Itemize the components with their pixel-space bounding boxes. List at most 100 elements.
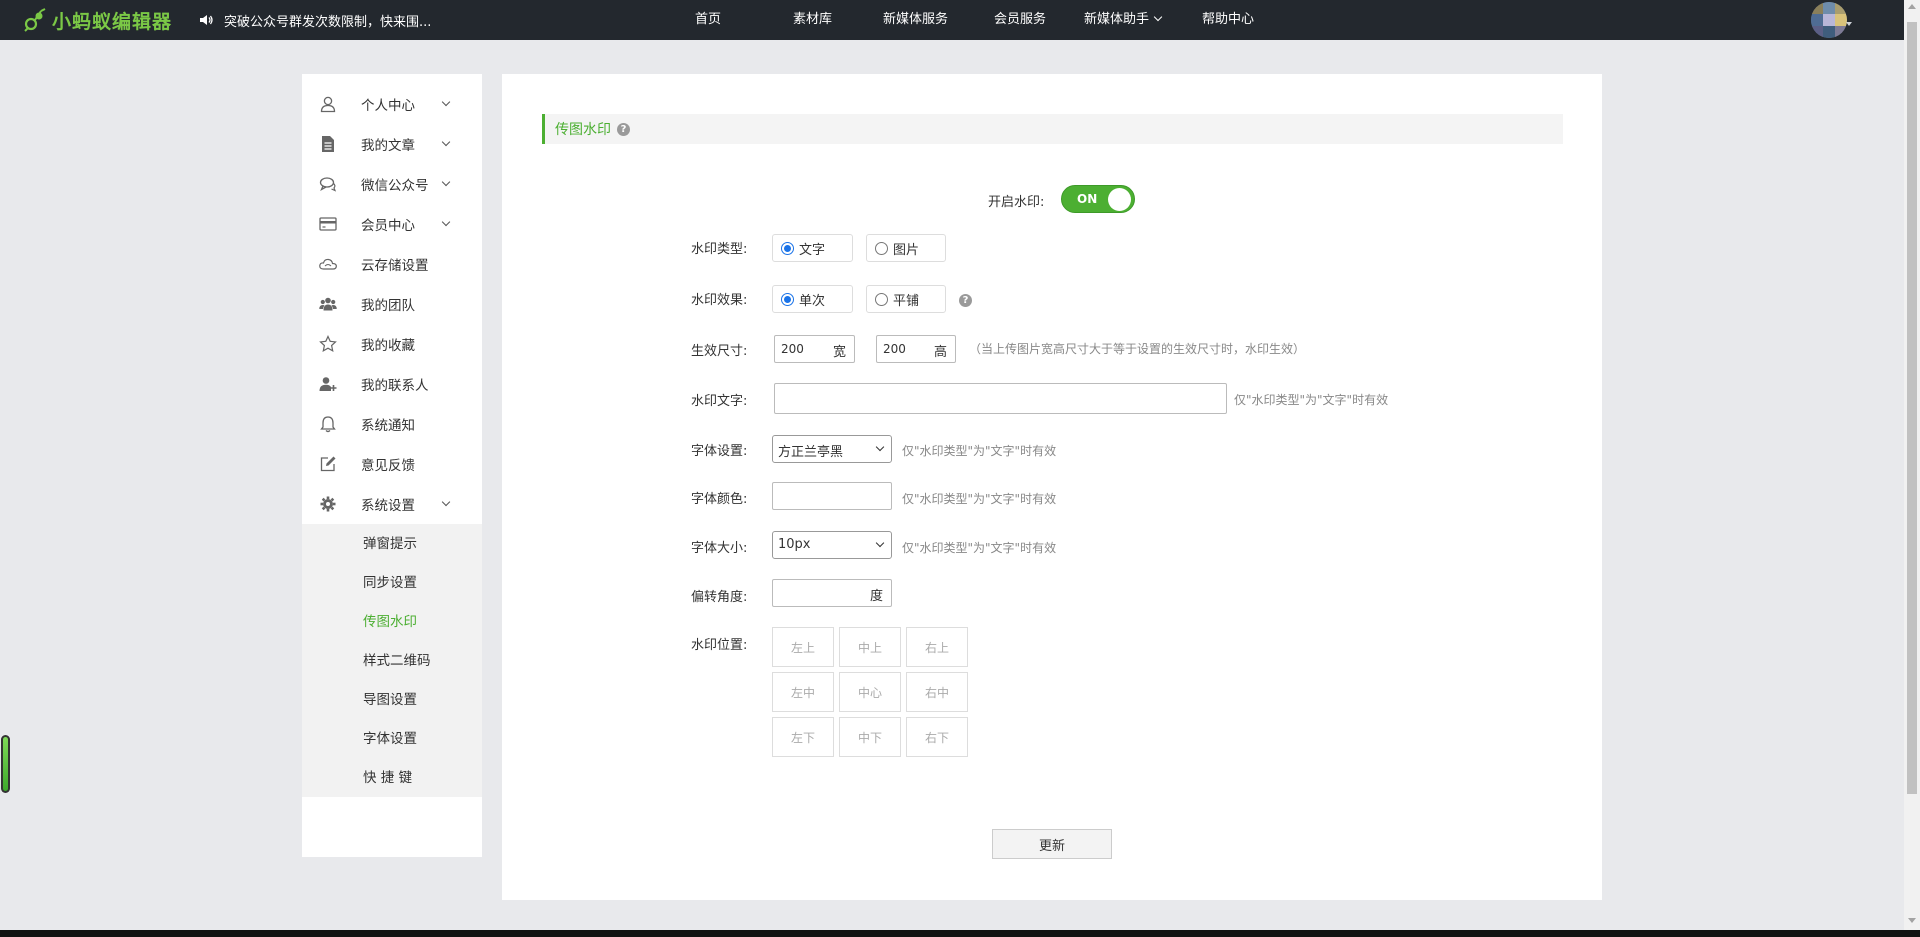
sidebar-item-label: 我的联系人 <box>361 378 429 394</box>
submenu-item-qr-style[interactable]: 样式二维码 <box>363 649 431 669</box>
rotation-angle-input[interactable]: 度 <box>772 579 892 607</box>
cloud-icon <box>319 258 337 270</box>
sidebar-item-system-settings[interactable]: 系统设置 <box>302 484 482 524</box>
sidebar-item-label: 会员中心 <box>361 218 415 234</box>
radio-button[interactable] <box>781 292 794 306</box>
font-color-input[interactable] <box>772 482 892 510</box>
toggle-knob <box>1108 188 1131 211</box>
chevron-down-icon <box>441 217 451 227</box>
help-icon[interactable]: ? <box>617 122 630 136</box>
system-settings-submenu: 弹窗提示 同步设置 传图水印 样式二维码 导图设置 字体设置 快 捷 键 <box>302 524 482 797</box>
sidebar-item-cloud-storage[interactable]: 云存储设置 <box>302 244 482 284</box>
sidebar-item-label: 我的文章 <box>361 138 415 154</box>
notice-bar[interactable]: 突破公众号群发次数限制，快来围... <box>198 0 431 40</box>
nav-home[interactable]: 首页 <box>695 0 721 40</box>
nav-media-assistant[interactable]: 新媒体助手 <box>1084 0 1163 40</box>
sidebar-item-member-center[interactable]: 会员中心 <box>302 204 482 244</box>
height-suffix: 高 <box>933 345 947 360</box>
logo[interactable]: 小蚂蚁编辑器 <box>22 6 172 34</box>
watermark-position-label: 水印位置: <box>691 638 748 653</box>
sidebar-item-favorites[interactable]: 我的收藏 <box>302 324 482 364</box>
effect-option-single[interactable]: 单次 <box>772 285 853 313</box>
width-input[interactable]: 200 宽 <box>774 335 855 363</box>
sidebar-item-my-articles[interactable]: 我的文章 <box>302 124 482 164</box>
position-top-center[interactable]: 中上 <box>839 627 901 667</box>
scroll-down-arrow-icon[interactable] <box>1908 918 1916 923</box>
fontsize-hint: 仅"水印类型"为"文字"时有效 <box>902 541 1057 555</box>
position-bottom-right[interactable]: 右下 <box>906 717 968 757</box>
team-icon <box>319 297 337 311</box>
scrollbar-thumb[interactable] <box>1907 22 1917 794</box>
submenu-item-image-watermark[interactable]: 传图水印 <box>363 610 417 630</box>
watermark-type-label: 水印类型: <box>691 242 748 257</box>
chevron-down-icon <box>875 538 885 548</box>
sidebar-item-label: 云存储设置 <box>361 258 429 274</box>
sidebar-item-personal-center[interactable]: 个人中心 <box>302 84 482 124</box>
text-hint: 仅"水印类型"为"文字"时有效 <box>1234 393 1389 407</box>
gear-icon <box>320 496 336 512</box>
side-float-handle[interactable] <box>1 735 10 793</box>
bottom-edge <box>0 930 1920 937</box>
position-top-left[interactable]: 左上 <box>772 627 834 667</box>
position-middle-left[interactable]: 左中 <box>772 672 834 712</box>
position-center[interactable]: 中心 <box>839 672 901 712</box>
position-bottom-center[interactable]: 中下 <box>839 717 901 757</box>
top-navbar: 小蚂蚁编辑器 突破公众号群发次数限制，快来围... 首页 素材库 新媒体服务 会… <box>0 0 1920 40</box>
effect-help-icon[interactable]: ? <box>959 294 972 307</box>
watermark-text-input[interactable] <box>774 383 1227 414</box>
font-size-select[interactable]: 10px <box>772 531 892 559</box>
chevron-down-icon <box>441 137 451 147</box>
nav-materials[interactable]: 素材库 <box>793 0 832 40</box>
size-hint: （当上传图片宽高尺寸大于等于设置的生效尺寸时，水印生效） <box>969 342 1306 356</box>
submenu-item-import-settings[interactable]: 导图设置 <box>363 688 417 708</box>
enable-watermark-label: 开启水印: <box>988 195 1045 210</box>
position-middle-right[interactable]: 右中 <box>906 672 968 712</box>
logo-text: 小蚂蚁编辑器 <box>52 10 173 33</box>
height-input[interactable]: 200 高 <box>876 335 956 363</box>
nav-media-service[interactable]: 新媒体服务 <box>883 0 948 40</box>
avatar[interactable] <box>1811 2 1847 38</box>
rotation-angle-label: 偏转角度: <box>691 590 748 605</box>
sidebar-item-my-team[interactable]: 我的团队 <box>302 284 482 324</box>
watermark-effect-label: 水印效果: <box>691 293 748 308</box>
position-bottom-left[interactable]: 左下 <box>772 717 834 757</box>
update-button[interactable]: 更新 <box>992 829 1112 859</box>
sidebar-item-feedback[interactable]: 意见反馈 <box>302 444 482 484</box>
type-option-image[interactable]: 图片 <box>866 234 946 262</box>
avatar-dropdown-icon[interactable] <box>1846 22 1852 26</box>
radio-button[interactable] <box>781 241 794 255</box>
type-option-text[interactable]: 文字 <box>772 234 853 262</box>
bell-icon <box>320 416 336 433</box>
main-panel: 传图水印 ? 开启水印: ON 水印类型: 文字 图片 水印效果: 单次 平铺 … <box>502 74 1602 900</box>
submenu-item-font-settings[interactable]: 字体设置 <box>363 727 417 747</box>
sidebar-item-label: 微信公众号 <box>361 178 429 194</box>
effective-size-label: 生效尺寸: <box>691 344 748 359</box>
position-top-right[interactable]: 右上 <box>906 627 968 667</box>
font-setting-label: 字体设置: <box>691 444 748 459</box>
chevron-down-icon <box>441 97 451 107</box>
watermark-text-label: 水印文字: <box>691 394 748 409</box>
scroll-up-arrow-icon[interactable] <box>1908 4 1916 9</box>
star-icon <box>319 335 337 352</box>
sidebar-item-contacts[interactable]: 我的联系人 <box>302 364 482 404</box>
font-select[interactable]: 方正兰亭黑 <box>772 435 892 463</box>
radio-label: 平铺 <box>893 293 920 309</box>
font-size-value: 10px <box>778 537 811 552</box>
ant-logo-icon <box>24 8 46 32</box>
nav-member-service[interactable]: 会员服务 <box>994 0 1046 40</box>
sidebar-item-notifications[interactable]: 系统通知 <box>302 404 482 444</box>
effect-option-tile[interactable]: 平铺 <box>866 285 946 313</box>
radio-button[interactable] <box>875 292 888 306</box>
color-hint: 仅"水印类型"为"文字"时有效 <box>902 492 1057 506</box>
watermark-toggle[interactable]: ON <box>1061 185 1135 213</box>
radio-button[interactable] <box>875 241 888 255</box>
nav-help-center[interactable]: 帮助中心 <box>1202 0 1254 40</box>
avatar-image <box>1811 2 1847 38</box>
edit-icon <box>320 456 336 472</box>
submenu-item-sync-settings[interactable]: 同步设置 <box>363 571 417 591</box>
submenu-item-shortcuts[interactable]: 快 捷 键 <box>363 766 412 786</box>
sidebar-item-wechat-accounts[interactable]: 微信公众号 <box>302 164 482 204</box>
sidebar-item-label: 我的团队 <box>361 298 415 314</box>
user-icon <box>320 96 336 113</box>
submenu-item-popup-tips[interactable]: 弹窗提示 <box>363 532 417 552</box>
